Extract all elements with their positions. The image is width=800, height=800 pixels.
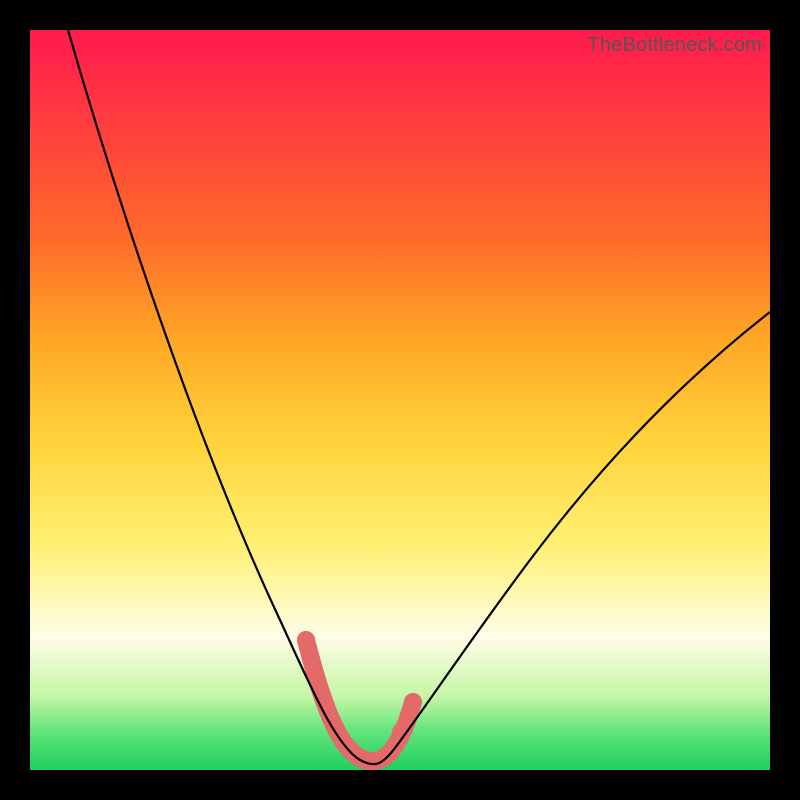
plot-area: TheBottleneck.com bbox=[30, 30, 770, 770]
bottleneck-curve-line bbox=[68, 30, 770, 764]
highlight-group bbox=[297, 631, 422, 761]
highlight-dot-start bbox=[297, 631, 315, 649]
highlight-dot-3 bbox=[392, 723, 410, 741]
highlight-dot-2 bbox=[313, 686, 331, 704]
curve-svg bbox=[30, 30, 770, 770]
chart-frame: TheBottleneck.com bbox=[0, 0, 800, 800]
highlight-stroke bbox=[306, 640, 413, 761]
highlight-dot-end bbox=[404, 693, 422, 711]
watermark-text: TheBottleneck.com bbox=[587, 34, 762, 57]
